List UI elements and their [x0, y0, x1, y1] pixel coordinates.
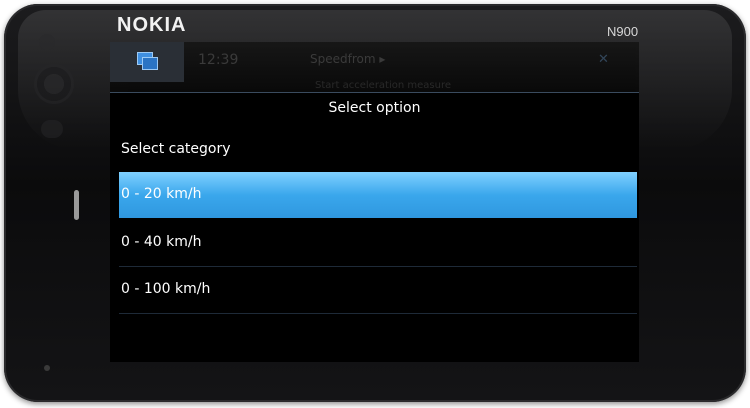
dialog-title: Select option [328, 100, 421, 116]
brand-logo: NOKIA [117, 14, 187, 36]
microphone-icon [44, 365, 50, 371]
option-label: 0 - 40 km/h [121, 234, 202, 250]
option-label: 0 - 20 km/h [121, 186, 202, 202]
front-camera-icon [39, 34, 55, 50]
light-sensor-icon [41, 120, 63, 138]
option-0-20[interactable]: 0 - 20 km/h [119, 172, 637, 218]
screen: 12:39 Speedfrom ▸ ✕ Start acceleration m… [110, 42, 639, 362]
app-subtitle: Start acceleration measure [315, 80, 452, 91]
option-0-100[interactable]: 0 - 100 km/h [119, 267, 637, 314]
category-label: Select category [121, 141, 231, 157]
task-switcher-button[interactable] [110, 42, 184, 82]
clock: 12:39 [198, 52, 239, 68]
status-bar: 12:39 Speedfrom ▸ ✕ Start acceleration m… [110, 42, 639, 92]
option-0-40[interactable]: 0 - 40 km/h [119, 220, 637, 267]
close-icon[interactable]: ✕ [598, 52, 609, 67]
side-slot [74, 190, 79, 220]
option-label: 0 - 100 km/h [121, 281, 211, 297]
app-title[interactable]: Speedfrom ▸ [310, 52, 385, 66]
select-option-dialog: Select option Select category 0 - 20 km/… [110, 92, 639, 362]
proximity-sensor-icon [34, 64, 74, 104]
model-label: N900 [607, 24, 639, 39]
task-switcher-icon-front [142, 57, 158, 70]
